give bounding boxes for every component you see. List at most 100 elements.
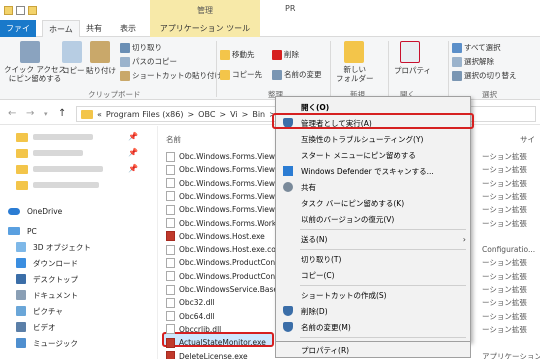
file-row[interactable]: Obc.Windows.ProductConn — [166, 256, 280, 269]
rename-button[interactable]: 名前の変更 — [272, 69, 322, 80]
file-type: ーション拡張 — [482, 178, 527, 188]
nav-3d-objects[interactable]: 3D オブジェクト — [16, 240, 91, 254]
quick-access-toolbar[interactable] — [4, 4, 64, 16]
tab-application-tools[interactable]: アプリケーション ツール — [150, 20, 260, 37]
tab-view[interactable]: 表示 — [114, 20, 142, 37]
file-row[interactable]: Obc.Windows.Host.exe — [166, 230, 265, 243]
nav-documents[interactable]: ドキュメント — [16, 288, 78, 302]
file-icon — [166, 324, 175, 335]
menu-pin-taskbar[interactable]: タスク バーにピン留めする(K) — [276, 195, 472, 211]
nav-music[interactable]: ミュージック — [16, 336, 78, 350]
cut-button[interactable]: 切り取り — [120, 42, 162, 53]
properties-button[interactable]: プロパティ — [394, 65, 431, 76]
file-row[interactable]: Obc.Windows.Forms.View.I — [166, 177, 279, 190]
path-program-files[interactable]: Program Files (x86) — [106, 110, 184, 119]
search-input[interactable] — [470, 106, 536, 122]
nav-onedrive[interactable]: OneDrive — [8, 204, 62, 218]
column-header-name[interactable]: 名前 — [166, 134, 181, 145]
file-row[interactable]: Obc.Windows.Forms.Workf — [166, 217, 279, 230]
menu-send-to[interactable]: 送る(N) › — [276, 231, 472, 247]
column-header-type[interactable]: サイ — [520, 134, 535, 145]
copy-to-button[interactable]: コピー先 — [220, 69, 262, 80]
tab-home[interactable]: ホーム — [42, 20, 80, 37]
nav-quick-folder[interactable] — [16, 130, 93, 144]
file-row[interactable]: Obc.Windows.ProductConn — [166, 270, 280, 283]
path-separator-icon: > — [241, 109, 249, 119]
check-quick-icon[interactable] — [16, 5, 25, 15]
delete-label: 削除 — [284, 50, 299, 59]
file-row[interactable]: Obc.WindowsService.BaseC — [166, 283, 283, 296]
copy-icon — [62, 41, 82, 63]
paste-button[interactable]: 貼り付け — [86, 65, 116, 76]
path-overflow[interactable]: « — [97, 110, 102, 119]
pin-icon: 📌 — [128, 148, 138, 157]
file-row[interactable]: DeleteLicense.exe — [166, 350, 248, 359]
path-vi[interactable]: Vi — [230, 110, 238, 119]
file-row[interactable]: Obc.Windows.Forms.View.H — [166, 150, 282, 163]
file-row[interactable]: Obc64.dll — [166, 310, 215, 323]
file-row[interactable]: Obc.Windows.Host.exe.cor — [166, 243, 279, 256]
file-row[interactable]: ActualStateMonitor.exe — [166, 336, 266, 349]
move-to-label: 移動先 — [232, 50, 255, 59]
menu-restore-versions[interactable]: 以前のバージョンの復元(V) — [276, 211, 472, 227]
move-to-button[interactable]: 移動先 — [220, 49, 255, 60]
nav-pictures[interactable]: ピクチャ — [16, 304, 63, 318]
paste-shortcut-button[interactable]: ショートカットの貼り付け — [120, 70, 222, 81]
new-folder-button[interactable]: 新しい フォルダー — [336, 65, 374, 83]
pin-quick-access-button[interactable]: クイック アクセス にピン留めする — [4, 65, 66, 83]
properties-quick-icon[interactable] — [4, 5, 13, 15]
nav-downloads[interactable]: ダウンロード — [16, 256, 78, 270]
tab-share[interactable]: 共有 — [80, 20, 108, 37]
nav-label: ダウンロード — [33, 258, 78, 268]
up-arrow-icon[interactable]: ↑ — [58, 108, 66, 119]
delete-button[interactable]: 削除 — [272, 49, 299, 60]
menu-compat-troubleshoot[interactable]: 互換性のトラブルシューティング(Y) — [276, 131, 472, 147]
copy-button[interactable]: コピー — [62, 65, 85, 76]
menu-label: 共有 — [301, 182, 316, 192]
nav-quick-folder[interactable] — [16, 162, 103, 176]
file-type: ーション拡張 — [482, 324, 527, 334]
file-row[interactable]: Obc.Windows.Forms.View.I — [166, 190, 279, 203]
menu-properties[interactable]: プロパティ(R) — [276, 342, 472, 358]
nav-pc[interactable]: PC — [8, 224, 37, 238]
nav-desktop[interactable]: デスクトップ — [16, 272, 78, 286]
file-name: DeleteLicense.exe — [179, 351, 248, 359]
recent-chevron-icon[interactable]: ▾ — [44, 110, 48, 118]
file-row[interactable]: Obc.Windows.Forms.View.S — [166, 203, 281, 216]
nav-quick-folder[interactable] — [16, 146, 83, 160]
select-none-button[interactable]: 選択解除 — [452, 56, 494, 67]
file-icon — [166, 337, 175, 348]
path-separator-icon: > — [187, 109, 195, 119]
file-name: Obc.Windows.Forms.View.H — [179, 152, 283, 161]
tab-file[interactable]: ファイル — [0, 20, 36, 50]
menu-rename[interactable]: 名前の変更(M) — [276, 319, 472, 335]
folder-icon — [81, 109, 93, 119]
menu-pin-start[interactable]: スタート メニューにピン留めする — [276, 147, 472, 163]
nav-quick-folder[interactable] — [16, 178, 99, 192]
menu-copy[interactable]: コピー(C) — [276, 267, 472, 283]
file-row[interactable]: Obc32.dll — [166, 296, 215, 309]
menu-delete[interactable]: 削除(D) — [276, 303, 472, 319]
copy-path-button[interactable]: パスのコピー — [120, 56, 177, 67]
forward-arrow-icon[interactable]: → — [26, 108, 34, 119]
file-row[interactable]: Obc.Windows.Forms.View.I — [166, 163, 279, 176]
menu-cut[interactable]: 切り取り(T) — [276, 251, 472, 267]
document-icon — [16, 290, 26, 300]
desktop-icon — [16, 274, 26, 284]
menu-share[interactable]: 共有 — [276, 179, 472, 195]
invert-icon — [452, 71, 462, 81]
menu-defender-scan[interactable]: Windows Defender でスキャンする... — [276, 163, 472, 179]
select-all-button[interactable]: すべて選択 — [452, 42, 501, 53]
nav-videos[interactable]: ビデオ — [16, 320, 56, 334]
defender-icon — [283, 166, 293, 176]
file-name: Obc.Windows.Forms.View.I — [179, 165, 279, 175]
folder-quick-icon[interactable] — [28, 5, 37, 15]
back-arrow-icon[interactable]: ← — [8, 108, 16, 119]
invert-selection-button[interactable]: 選択の切り替え — [452, 70, 517, 81]
path-obc[interactable]: OBC — [198, 110, 215, 119]
nav-label: ミュージック — [33, 338, 78, 348]
file-name: ActualStateMonitor.exe — [179, 338, 266, 348]
menu-create-shortcut[interactable]: ショートカットの作成(S) — [276, 287, 472, 303]
path-bin[interactable]: Bin — [252, 110, 265, 119]
file-row[interactable]: Obccrlib.dll — [166, 323, 221, 336]
